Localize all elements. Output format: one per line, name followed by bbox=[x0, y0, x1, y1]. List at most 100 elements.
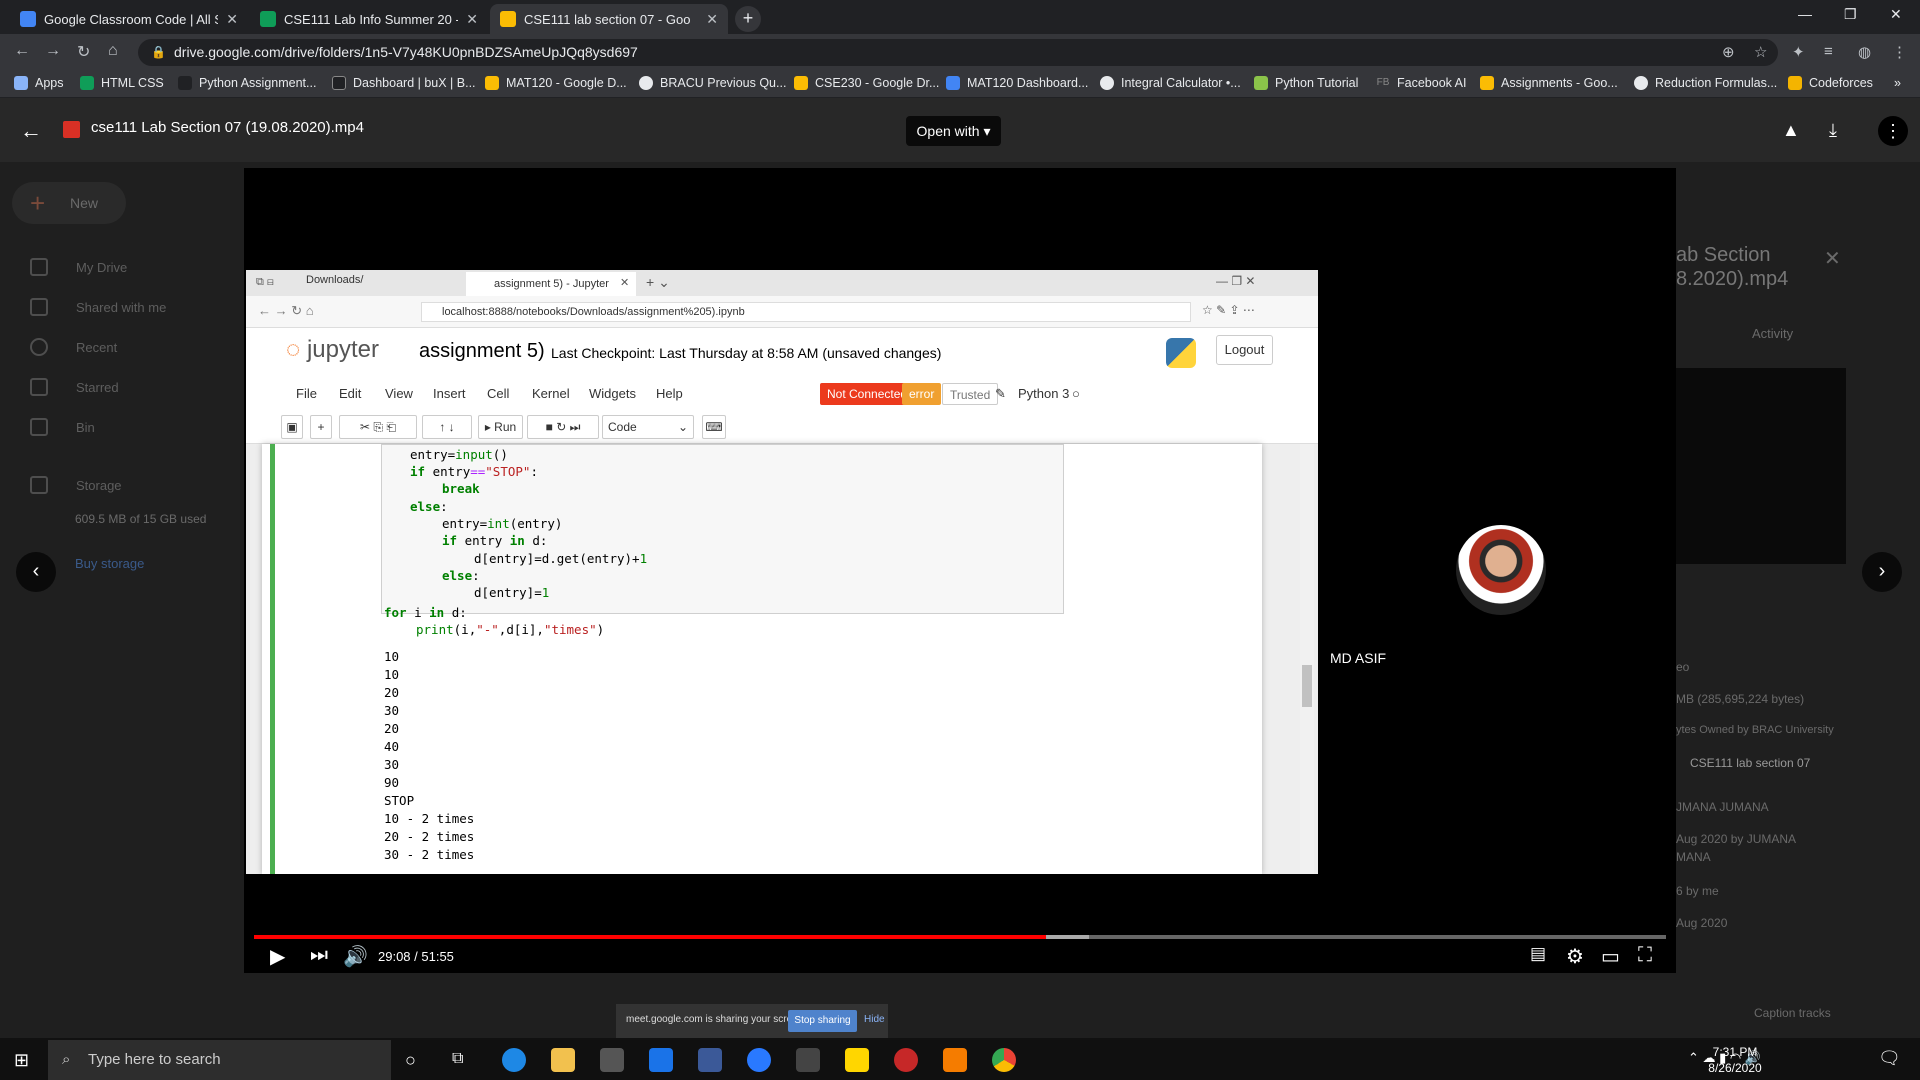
cell-type-select[interactable]: Code ⌄ bbox=[602, 415, 694, 439]
code-cell[interactable]: entry=input() if entry=="STOP": break el… bbox=[381, 444, 1064, 614]
close-icon[interactable]: ✕ bbox=[706, 11, 718, 28]
volume-icon[interactable]: 🔊 bbox=[343, 944, 368, 969]
play-icon[interactable]: ▶ bbox=[270, 944, 285, 969]
move-cell-group[interactable]: ↑ ↓ bbox=[422, 415, 472, 439]
save-icon[interactable]: ▣ bbox=[281, 415, 303, 439]
bookmark-codeforces[interactable]: Codeforces bbox=[1788, 76, 1873, 90]
back-arrow-icon[interactable]: ← bbox=[20, 118, 42, 144]
menu-insert[interactable]: Insert bbox=[433, 386, 466, 401]
drive-add-icon[interactable]: ▲ bbox=[1782, 120, 1800, 141]
bookmark-reduction-formulas[interactable]: Reduction Formulas... bbox=[1634, 76, 1777, 90]
bookmark-integral-calculator[interactable]: Integral Calculator •... bbox=[1100, 76, 1241, 90]
keyboard-icon[interactable]: ⌨ bbox=[702, 415, 726, 439]
bookmark-python-tutorial[interactable]: Python Tutorial bbox=[1254, 76, 1358, 90]
sidebar-item-storage[interactable]: Storage bbox=[30, 476, 122, 494]
notebook-title[interactable]: assignment 5) bbox=[419, 340, 545, 363]
sidebar-item-my-drive[interactable]: My Drive bbox=[30, 258, 127, 276]
bookmark-mat120[interactable]: MAT120 - Google D... bbox=[485, 76, 627, 90]
chrome-icon[interactable] bbox=[992, 1048, 1016, 1072]
bookmark-bracu-previous[interactable]: BRACU Previous Qu... bbox=[639, 76, 786, 90]
task-view-icon[interactable]: ⧉ bbox=[452, 1050, 463, 1068]
minimize-icon[interactable]: — bbox=[1798, 6, 1812, 22]
edge-icon[interactable] bbox=[502, 1048, 526, 1072]
cortana-icon[interactable]: ○ bbox=[405, 1050, 416, 1071]
open-with-button[interactable]: Open with ▾ bbox=[906, 116, 1001, 146]
stop-sharing-button[interactable]: Stop sharing bbox=[788, 1010, 857, 1032]
back-icon[interactable]: ← bbox=[14, 42, 30, 60]
subtitles-icon[interactable]: ▤ bbox=[1530, 944, 1546, 964]
logout-button[interactable]: Logout bbox=[1216, 335, 1273, 365]
taskbar-clock[interactable]: 7:31 PM 8/26/2020 bbox=[1700, 1044, 1770, 1076]
payoneer-icon[interactable] bbox=[845, 1048, 869, 1072]
next-file-button[interactable]: › bbox=[1862, 552, 1902, 592]
tab-google-classroom[interactable]: Google Classroom Code | All Sec ✕ bbox=[10, 4, 248, 34]
menu-widgets[interactable]: Widgets bbox=[589, 386, 636, 401]
details-location[interactable]: CSE111 lab section 07 bbox=[1690, 756, 1810, 770]
trusted-badge[interactable]: Trusted bbox=[942, 383, 999, 405]
more-options-icon[interactable]: ⋮ bbox=[1878, 116, 1908, 146]
kernel-controls-group[interactable]: ■ ↻ ⏭ bbox=[527, 415, 599, 439]
menu-edit[interactable]: Edit bbox=[339, 386, 361, 401]
store-icon[interactable] bbox=[600, 1048, 624, 1072]
file-explorer-icon[interactable] bbox=[551, 1048, 575, 1072]
tab-lab-section-07[interactable]: CSE111 lab section 07 - Goo ✕ bbox=[490, 4, 728, 34]
bookmark-assignments[interactable]: Assignments - Goo... bbox=[1480, 76, 1618, 90]
tab-activity[interactable]: Activity bbox=[1752, 326, 1793, 341]
not-connected-badge[interactable]: Not Connected bbox=[820, 383, 915, 405]
restore-icon[interactable]: ❐ bbox=[1844, 6, 1857, 23]
jupyter-taskbar-icon[interactable] bbox=[943, 1048, 967, 1072]
previous-file-button[interactable]: ‹ bbox=[16, 552, 56, 592]
tab-assignment[interactable]: assignment 5) - Jupyter bbox=[466, 272, 636, 296]
taskbar-search[interactable]: ⌕ Type here to search bbox=[48, 1040, 391, 1080]
next-icon[interactable]: ⏭ bbox=[310, 944, 328, 967]
edit-pencil-icon[interactable]: ✎ bbox=[995, 386, 1006, 402]
calculator-icon[interactable] bbox=[796, 1048, 820, 1072]
new-tab-icon[interactable]: + ⌄ bbox=[646, 274, 670, 291]
mail-icon[interactable] bbox=[649, 1048, 673, 1072]
caption-tracks[interactable]: Caption tracks bbox=[1754, 1006, 1831, 1020]
menu-help[interactable]: Help bbox=[656, 386, 683, 401]
close-window-icon[interactable]: ✕ bbox=[1890, 6, 1902, 23]
extensions-icon[interactable]: ✦ bbox=[1792, 43, 1805, 61]
bookmark-html-css[interactable]: HTML CSS bbox=[80, 76, 164, 90]
star-icon[interactable]: ☆ bbox=[1754, 43, 1767, 61]
address-bar[interactable]: 🔒 drive.google.com/drive/folders/1n5-V7y… bbox=[138, 39, 1778, 66]
forward-icon[interactable]: → bbox=[45, 42, 61, 60]
fullscreen-icon[interactable]: ⛶ bbox=[1638, 944, 1652, 967]
hide-button[interactable]: Hide bbox=[864, 1014, 885, 1025]
close-details-icon[interactable]: ✕ bbox=[1824, 246, 1841, 271]
miniplayer-icon[interactable]: ▭ bbox=[1601, 944, 1620, 969]
jupyter-url[interactable]: localhost:8888/notebooks/Downloads/assig… bbox=[421, 302, 1191, 322]
error-badge[interactable]: error bbox=[902, 383, 942, 405]
close-icon[interactable]: ✕ bbox=[620, 276, 629, 289]
sidebar-item-recent[interactable]: Recent bbox=[30, 338, 117, 356]
menu-file[interactable]: File bbox=[296, 386, 317, 401]
bookmark-dashboard[interactable]: Dashboard | buX | B... bbox=[332, 76, 476, 90]
sidebar-item-starred[interactable]: Starred bbox=[30, 378, 119, 396]
scrollbar-thumb[interactable] bbox=[1302, 665, 1312, 707]
sidebar-item-shared[interactable]: Shared with me bbox=[30, 298, 166, 316]
new-tab-button[interactable]: + bbox=[735, 6, 761, 32]
tab-downloads[interactable]: Downloads/ bbox=[306, 274, 363, 286]
buy-storage-link[interactable]: Buy storage bbox=[75, 556, 144, 571]
menu-kernel[interactable]: Kernel bbox=[532, 386, 570, 401]
close-icon[interactable]: ✕ bbox=[226, 11, 238, 28]
app-icon[interactable] bbox=[894, 1048, 918, 1072]
download-icon[interactable]: ⤓ bbox=[1829, 120, 1837, 141]
new-button[interactable]: + New bbox=[12, 182, 126, 224]
reload-icon[interactable]: ↻ bbox=[77, 42, 90, 62]
cut-copy-paste-group[interactable]: ✂ ⎘ ⎗ bbox=[339, 415, 417, 439]
settings-icon[interactable]: ⚙ bbox=[1566, 944, 1584, 969]
tab-lab-info[interactable]: CSE111 Lab Info Summer 20 - Gc ✕ bbox=[250, 4, 488, 34]
bookmark-mat120-dashboard[interactable]: MAT120 Dashboard... bbox=[946, 76, 1088, 90]
insert-cell-icon[interactable]: + bbox=[310, 415, 332, 439]
media-icon[interactable]: ≡ bbox=[1824, 43, 1833, 60]
home-icon[interactable]: ⌂ bbox=[108, 42, 118, 60]
notebook-scrollbar[interactable] bbox=[1300, 444, 1314, 874]
menu-icon[interactable]: ⋮ bbox=[1892, 43, 1907, 61]
bookmark-apps[interactable]: Apps bbox=[14, 76, 64, 90]
bookmark-cse230[interactable]: CSE230 - Google Dr... bbox=[794, 76, 939, 90]
menu-cell[interactable]: Cell bbox=[487, 386, 509, 401]
bookmark-facebook-ai[interactable]: FB Facebook AI bbox=[1376, 76, 1467, 90]
close-icon[interactable]: ✕ bbox=[466, 11, 478, 28]
